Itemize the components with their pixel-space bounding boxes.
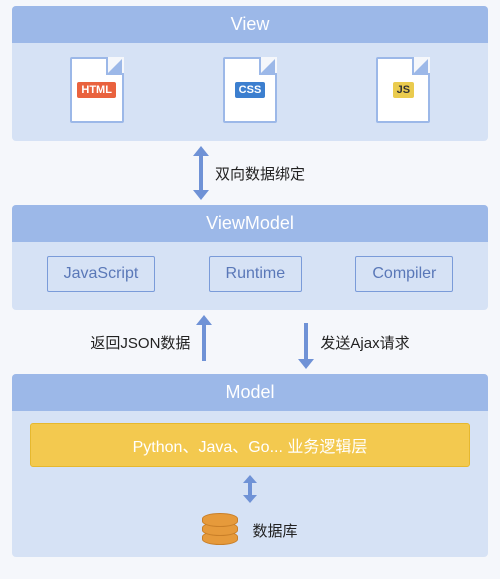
viewmodel-layer: ViewModel JavaScript Runtime Compiler: [12, 205, 488, 310]
up-arrow-icon: [198, 315, 210, 369]
vm-item-compiler: Compiler: [355, 256, 453, 292]
js-badge: JS: [393, 82, 414, 98]
view-body: HTML CSS JS: [12, 43, 488, 141]
database-label: 数据库: [252, 520, 297, 541]
view-vm-connector: 双向数据绑定: [12, 141, 488, 205]
vm-item-javascript: JavaScript: [47, 256, 156, 292]
vm-item-runtime: Runtime: [209, 256, 303, 292]
business-logic-layer: Python、Java、Go... 业务逻辑层: [30, 423, 470, 467]
model-layer: Model Python、Java、Go... 业务逻辑层 数据库: [12, 374, 488, 557]
model-title: Model: [12, 374, 488, 411]
js-file-icon: JS: [376, 57, 430, 123]
two-way-arrow-icon: [195, 146, 207, 200]
two-way-binding-label: 双向数据绑定: [215, 163, 305, 184]
html-badge: HTML: [77, 82, 116, 98]
database-icon: [202, 513, 238, 547]
viewmodel-body: JavaScript Runtime Compiler: [12, 242, 488, 310]
send-ajax-label: 发送Ajax请求: [320, 332, 409, 353]
viewmodel-title: ViewModel: [12, 205, 488, 242]
html-file-icon: HTML: [70, 57, 124, 123]
view-layer: View HTML CSS JS: [12, 6, 488, 141]
down-arrow-icon: [300, 315, 312, 369]
vm-model-connector: 返回JSON数据 发送Ajax请求: [12, 310, 488, 374]
view-title: View: [12, 6, 488, 43]
return-json-label: 返回JSON数据: [90, 332, 190, 353]
css-badge: CSS: [235, 82, 266, 98]
css-file-icon: CSS: [223, 57, 277, 123]
model-body: Python、Java、Go... 业务逻辑层 数据库: [12, 411, 488, 557]
model-db-arrow-icon: [245, 475, 255, 503]
database-row: 数据库: [202, 513, 297, 547]
